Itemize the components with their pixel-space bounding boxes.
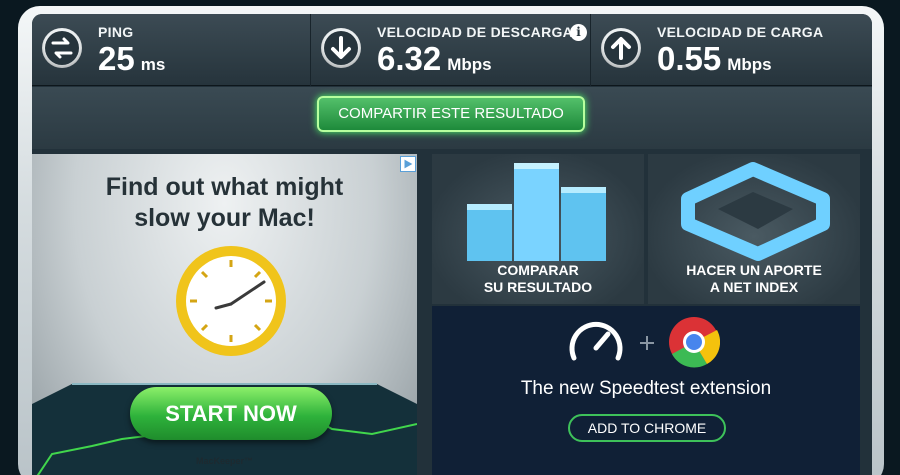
info-icon[interactable]: i [570, 24, 587, 41]
upload-arrow-icon [601, 28, 641, 68]
ping-arrows-icon [42, 28, 82, 68]
extension-promo: The new Speedtest extension ADD TO CHROM… [432, 306, 860, 475]
ping-label: PING [98, 24, 134, 40]
net-index-tile[interactable]: HACER UN APORTE A NET INDEX [648, 154, 860, 304]
ping-number: 25 [98, 40, 135, 77]
upload-number: 0.55 [657, 40, 722, 77]
net-index-line2: A NET INDEX [709, 279, 799, 295]
download-metric: VELOCIDAD DE DESCARGA 6.32 Mbps i [310, 14, 590, 86]
plus-icon [640, 336, 654, 350]
share-result-button[interactable]: COMPARTIR ESTE RESULTADO [317, 96, 585, 132]
compare-tile-label: COMPARAR SU RESULTADO [432, 262, 644, 296]
ping-unit: ms [140, 55, 166, 74]
download-label: VELOCIDAD DE DESCARGA [377, 24, 574, 40]
download-number: 6.32 [377, 40, 442, 77]
adchoices-icon[interactable] [400, 156, 416, 172]
upload-label: VELOCIDAD DE CARGA [657, 24, 824, 40]
upload-unit: Mbps [727, 55, 772, 74]
ad-headline-line1: Find out what might [105, 173, 344, 201]
start-now-button[interactable]: START NOW [130, 387, 332, 440]
ad-headline-line2: slow your Mac! [134, 204, 315, 232]
action-tiles: COMPARAR SU RESULTADO HACER UN APORTE A … [432, 154, 860, 304]
net-index-icon [681, 162, 830, 261]
compare-line1: COMPARAR [497, 262, 579, 278]
add-to-chrome-button[interactable]: ADD TO CHROME [568, 414, 726, 442]
speedtest-window: PING 25 ms VELOCIDAD DE DESCARGA 6.32 Mbps… [0, 0, 900, 475]
metrics-bar: PING 25 ms VELOCIDAD DE DESCARGA 6.32 Mbps… [32, 14, 872, 86]
share-strip: COMPARTIR ESTE RESULTADO [32, 87, 872, 149]
download-unit: Mbps [447, 55, 492, 74]
chrome-icon [669, 317, 720, 368]
compare-line2: SU RESULTADO [483, 279, 593, 295]
upload-metric: VELOCIDAD DE CARGA 0.55 Mbps [590, 14, 872, 86]
upload-value: 0.55 Mbps [657, 40, 772, 78]
clock-icon [176, 246, 286, 356]
net-index-tile-label: HACER UN APORTE A NET INDEX [648, 262, 860, 296]
extension-title: The new Speedtest extension [520, 378, 772, 399]
advertisement[interactable]: Find out what might slow your Mac! START… [32, 154, 417, 475]
download-arrow-icon [321, 28, 361, 68]
ad-brand: MacKeeper™ [196, 456, 254, 466]
speedometer-icon [569, 321, 623, 361]
bar-chart-icon [467, 163, 606, 261]
ad-headline: Find out what might slow your Mac! [52, 172, 397, 234]
download-value: 6.32 Mbps [377, 40, 492, 78]
ping-metric: PING 25 ms [32, 14, 310, 86]
compare-tile[interactable]: COMPARAR SU RESULTADO [432, 154, 644, 304]
ping-value: 25 ms [98, 40, 165, 78]
net-index-line1: HACER UN APORTE [686, 262, 822, 278]
result-panel: PING 25 ms VELOCIDAD DE DESCARGA 6.32 Mbps… [32, 14, 872, 475]
